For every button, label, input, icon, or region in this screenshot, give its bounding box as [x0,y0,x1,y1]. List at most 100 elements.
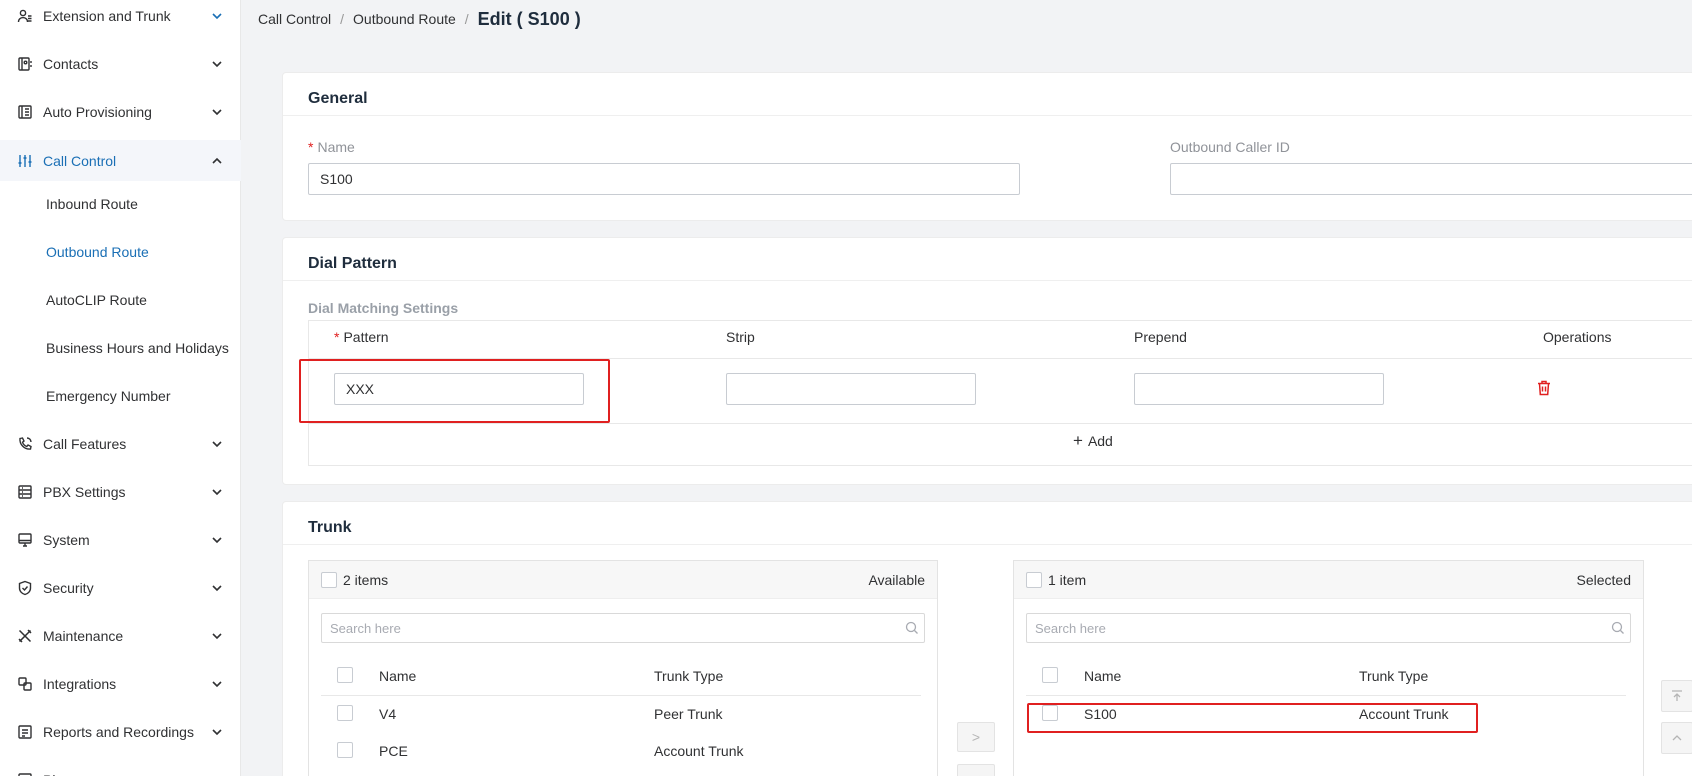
trunk-name: PCE [379,743,408,759]
selected-col-name: Name [1084,668,1122,684]
sidebar-item-label: Security [43,580,94,596]
row-divider [309,358,1692,359]
available-select-all-checkbox[interactable] [321,572,337,588]
sidebar-item-security[interactable]: Security [0,568,241,608]
delete-row-trash-icon[interactable] [1535,379,1553,397]
provisioning-icon [17,104,33,120]
row-checkbox[interactable] [337,742,353,758]
sidebar-item-integrations[interactable]: Integrations [0,664,241,704]
user-group-icon [17,8,33,24]
available-col-name: Name [379,668,417,684]
plus-icon: + [1073,431,1083,450]
name-label: * Name [308,139,355,155]
available-trunks-panel: 2 items Available Name Trunk Type V4 Pee… [308,560,938,776]
general-card: General *Name Outbound Caller ID [282,72,1692,221]
sidebar-item-label: PBX Settings [43,484,126,500]
column-header-operations: Operations [1543,329,1612,345]
prepend-input[interactable] [1134,373,1384,405]
divider [283,115,1692,116]
column-header-pattern: * Pattern [334,329,389,345]
phone-icon [17,436,33,452]
divider [321,695,921,696]
move-to-top-icon [1672,690,1682,701]
available-count: 2 items [343,572,389,588]
selected-list-select-all-checkbox[interactable] [1042,667,1058,683]
tools-icon [17,628,33,644]
sidebar-item-pbx-settings[interactable]: PBX Settings [0,472,241,512]
sidebar-sub-autoclip-route[interactable]: AutoCLIP Route [0,280,241,320]
divider [283,544,1692,545]
sidebar: Extension and Trunk Contacts Auto Provis… [0,0,241,776]
divider [1026,695,1626,696]
chevron-down-icon [210,57,224,71]
general-title: General [308,90,368,107]
server-icon [17,484,33,500]
sidebar-item-extension-and-trunk[interactable]: Extension and Trunk [0,0,241,36]
page-title: Edit ( S100 ) [477,8,581,29]
search-icon [905,621,919,635]
chevron-down-icon [210,629,224,643]
sidebar-sub-emergency-number[interactable]: Emergency Number [0,376,241,416]
sidebar-item-contacts[interactable]: Contacts [0,44,241,84]
chevron-down-icon [210,485,224,499]
breadcrumb-separator: / [340,11,345,27]
dial-pattern-title: Dial Pattern [308,255,397,272]
move-right-button[interactable]: > [957,722,995,752]
strip-input[interactable] [726,373,976,405]
sidebar-item-call-control[interactable]: Call Control [0,140,241,181]
sidebar-sub-inbound-route[interactable]: Inbound Route [0,184,241,224]
chevron-down-icon [210,9,224,23]
sliders-icon [17,153,33,169]
sidebar-item-label: Extension and Trunk [43,8,171,24]
pattern-input[interactable] [334,373,584,405]
row-checkbox[interactable] [1042,705,1058,721]
sidebar-item-label: Contacts [43,56,99,72]
sidebar-item-label: Reports and Recordings [43,724,194,740]
integrations-icon [17,676,33,692]
row-checkbox[interactable] [337,705,353,721]
selected-panel-header: 1 item Selected [1014,561,1643,599]
sidebar-item-call-features[interactable]: Call Features [0,424,241,464]
monitor-icon [17,532,33,548]
sidebar-item-label: Maintenance [43,628,124,644]
selected-title: Selected [1576,572,1631,588]
available-search-input[interactable] [321,613,925,643]
sidebar-sub-business-hours[interactable]: Business Hours and Holidays [0,328,241,368]
sidebar-item-auto-provisioning[interactable]: Auto Provisioning [0,92,241,132]
sidebar-item-label: Call Features [43,436,127,452]
move-top-button[interactable] [1661,680,1692,712]
move-left-button[interactable]: < [957,764,995,776]
sidebar-item-label: Call Control [43,152,117,169]
breadcrumb-call-control[interactable]: Call Control [258,11,331,27]
sidebar-item-label: Auto Provisioning [43,104,152,120]
selected-count: 1 item [1048,572,1087,588]
sidebar-item-plugins[interactable]: Pl [0,760,241,776]
sidebar-item-system[interactable]: System [0,520,241,560]
chevron-up-icon [1672,735,1682,741]
row-divider [309,423,1692,424]
breadcrumb-separator: / [464,11,469,27]
sidebar-sub-outbound-route[interactable]: Outbound Route [0,232,241,272]
outbound-caller-id-input[interactable] [1170,163,1692,195]
breadcrumb-outbound-route[interactable]: Outbound Route [353,11,456,27]
name-input[interactable] [308,163,1020,195]
dial-pattern-table: *Pattern Strip Prepend Operations + Add [308,320,1692,466]
chevron-down-icon [210,725,224,739]
chevron-down-icon [210,533,224,547]
available-list-select-all-checkbox[interactable] [337,667,353,683]
shield-icon [17,580,33,596]
outbound-caller-id-label: Outbound Caller ID [1170,139,1290,155]
trunk-name: S100 [1084,706,1117,722]
sidebar-item-label: Pl [43,772,55,776]
contacts-book-icon [17,56,33,72]
selected-search-input[interactable] [1026,613,1631,643]
breadcrumb: Call Control / Outbound Route / Edit ( S… [258,6,581,32]
sidebar-item-reports-and-recordings[interactable]: Reports and Recordings [0,712,241,752]
sidebar-item-maintenance[interactable]: Maintenance [0,616,241,656]
available-title: Available [868,572,925,588]
selected-select-all-checkbox[interactable] [1026,572,1042,588]
chevron-down-icon [210,105,224,119]
available-col-trunk-type: Trunk Type [654,668,724,684]
move-up-button[interactable] [1661,722,1692,754]
add-pattern-button[interactable]: + Add [1073,431,1113,450]
